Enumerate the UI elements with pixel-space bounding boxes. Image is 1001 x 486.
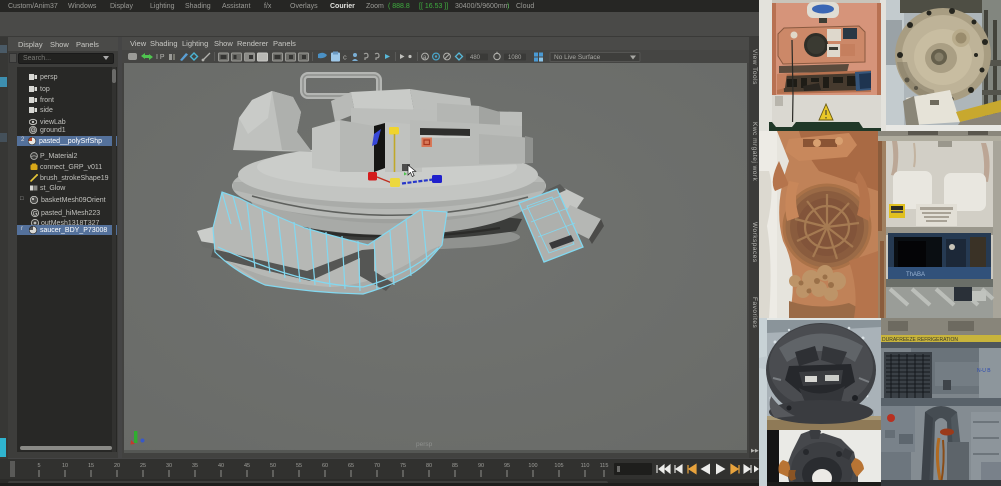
svg-text:100: 100 bbox=[528, 463, 537, 469]
svg-text:55: 55 bbox=[296, 463, 302, 469]
svg-text:c: c bbox=[343, 53, 347, 62]
svg-text:35: 35 bbox=[192, 463, 198, 469]
svg-text:40: 40 bbox=[218, 463, 224, 469]
svg-text:No Live Surface: No Live Surface bbox=[554, 54, 601, 61]
svg-text:20: 20 bbox=[114, 463, 120, 469]
svg-text:persp: persp bbox=[416, 441, 433, 448]
svg-text:15: 15 bbox=[88, 463, 94, 469]
svg-text:65: 65 bbox=[348, 463, 354, 469]
svg-text:90: 90 bbox=[478, 463, 484, 469]
svg-text:G: G bbox=[33, 211, 38, 217]
svg-text:95: 95 bbox=[504, 463, 510, 469]
svg-text:75: 75 bbox=[400, 463, 406, 469]
svg-text:ThABA: ThABA bbox=[906, 272, 925, 278]
svg-text:85: 85 bbox=[452, 463, 458, 469]
svg-text:50: 50 bbox=[270, 463, 276, 469]
svg-text:70: 70 bbox=[374, 463, 380, 469]
svg-text:G: G bbox=[31, 128, 36, 134]
svg-text:115: 115 bbox=[600, 463, 609, 469]
svg-text:80: 80 bbox=[426, 463, 432, 469]
svg-text:N-U B: N-U B bbox=[977, 368, 991, 374]
svg-text:25: 25 bbox=[140, 463, 146, 469]
svg-text:60: 60 bbox=[322, 463, 328, 469]
svg-text:30: 30 bbox=[166, 463, 172, 469]
svg-text:105: 105 bbox=[554, 463, 563, 469]
svg-text:110: 110 bbox=[581, 463, 590, 469]
svg-text:5: 5 bbox=[37, 463, 40, 469]
svg-text:10: 10 bbox=[62, 463, 68, 469]
svg-text:I P: I P bbox=[156, 54, 165, 61]
svg-text:1080: 1080 bbox=[508, 55, 522, 61]
svg-text:45: 45 bbox=[244, 463, 250, 469]
svg-text:480: 480 bbox=[470, 55, 481, 61]
